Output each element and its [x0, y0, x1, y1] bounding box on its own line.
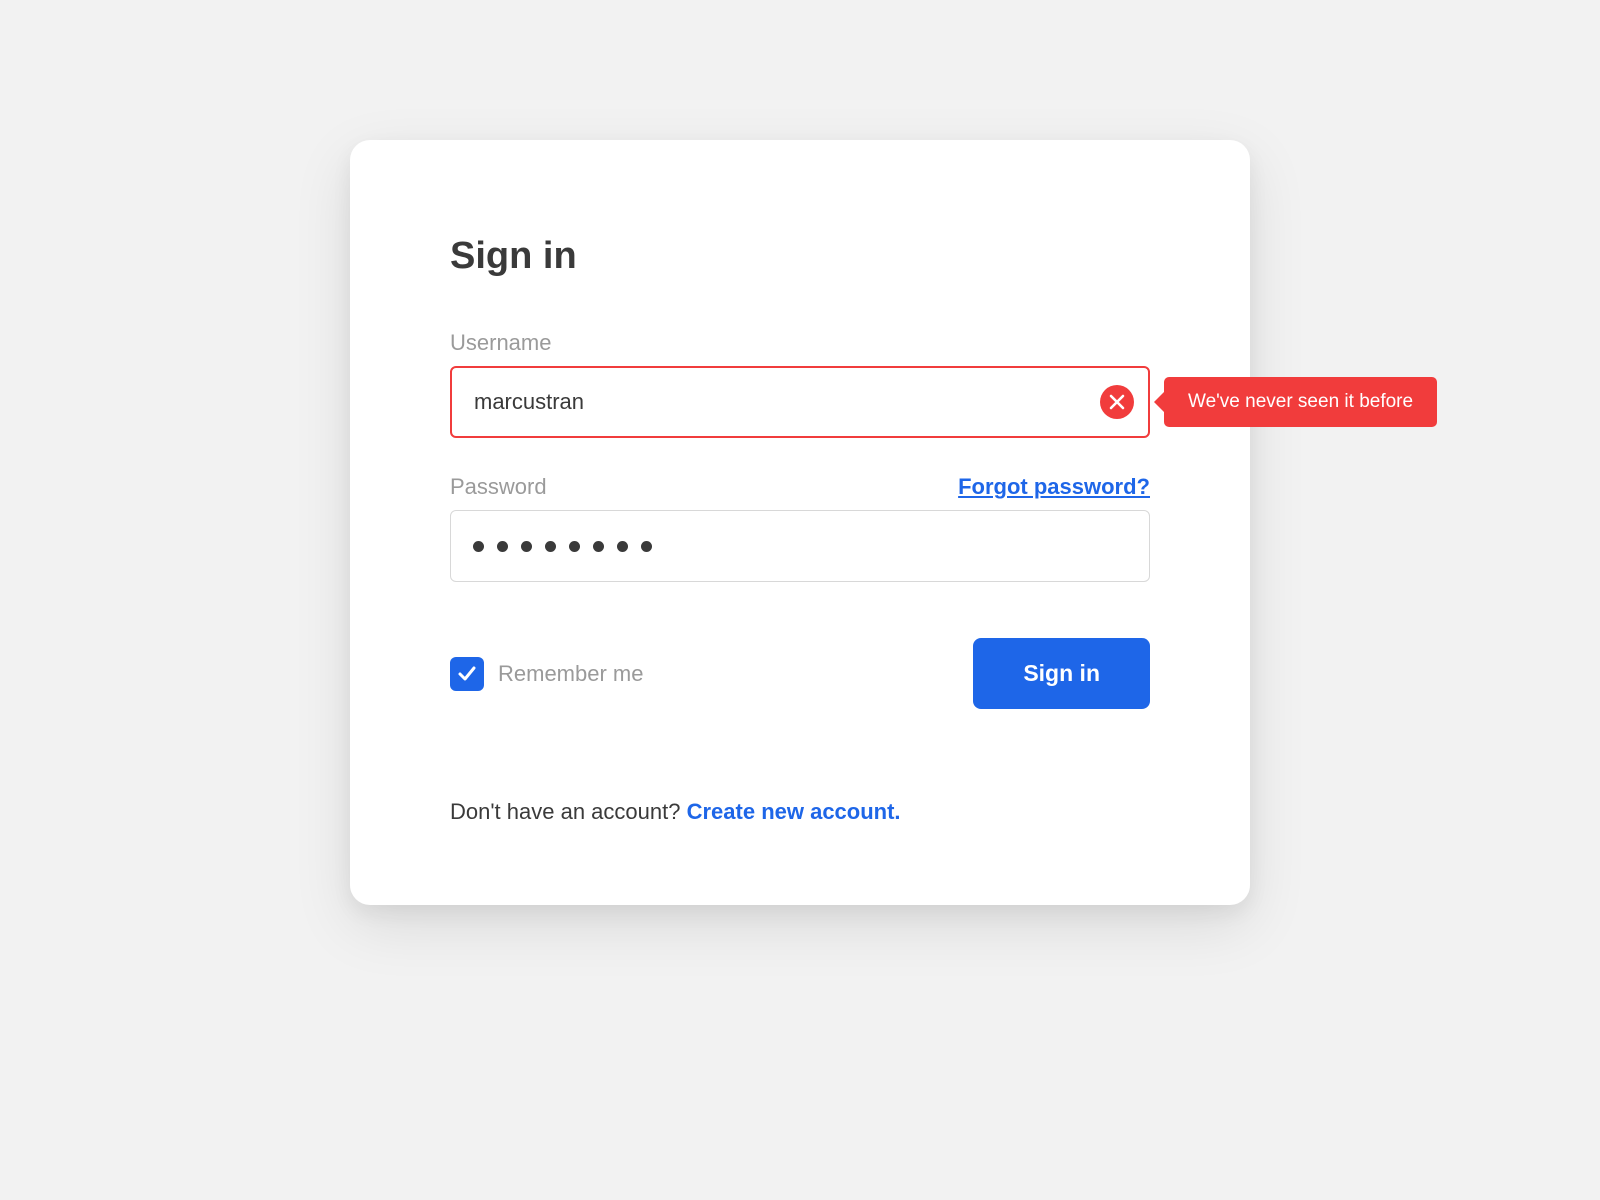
password-label: Password [450, 474, 547, 500]
password-dot [569, 541, 580, 552]
forgot-password-link[interactable]: Forgot password? [958, 474, 1150, 500]
signup-prompt: Don't have an account? [450, 799, 687, 824]
password-dot [521, 541, 532, 552]
password-field-group: Password Forgot password? [450, 474, 1150, 582]
username-field-group: Username We've never seen it before [450, 330, 1150, 438]
username-input[interactable] [450, 366, 1150, 438]
password-dot [497, 541, 508, 552]
remember-me-checkbox[interactable]: Remember me [450, 657, 643, 691]
username-error-tooltip: We've never seen it before [1164, 377, 1437, 427]
signup-footer: Don't have an account? Create new accoun… [450, 799, 1150, 825]
remember-me-label: Remember me [498, 661, 643, 687]
error-x-icon [1100, 385, 1134, 419]
page-title: Sign in [450, 235, 1150, 278]
actions-row: Remember me Sign in [450, 638, 1150, 709]
signin-button[interactable]: Sign in [973, 638, 1150, 709]
password-dot [593, 541, 604, 552]
password-dot [641, 541, 652, 552]
signin-card: Sign in Username We've never seen it bef… [350, 140, 1250, 905]
password-dot [617, 541, 628, 552]
username-label: Username [450, 330, 551, 356]
create-account-link[interactable]: Create new account. [687, 799, 901, 824]
username-input-wrapper: We've never seen it before [450, 366, 1150, 438]
password-dot [545, 541, 556, 552]
password-dot [473, 541, 484, 552]
password-input[interactable] [450, 510, 1150, 582]
checkbox-checked-icon [450, 657, 484, 691]
